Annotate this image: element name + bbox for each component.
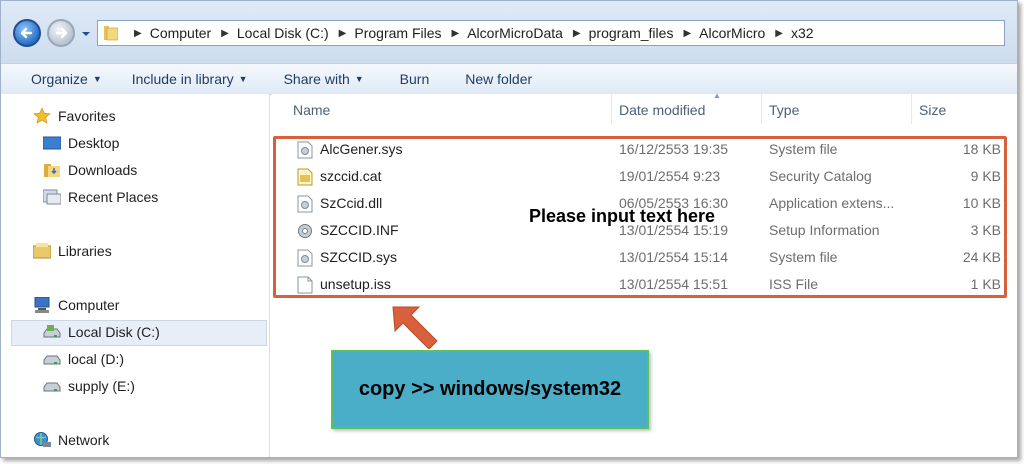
organize-label: Organize — [31, 71, 88, 87]
nav-computer[interactable]: Computer — [33, 296, 120, 313]
chevron-right-icon[interactable]: ▶ — [339, 28, 347, 39]
nav-local-disk-c[interactable]: Local Disk (C:) — [43, 324, 160, 340]
callout-text: copy >> windows/system32 — [358, 378, 622, 400]
nav-desktop[interactable]: Desktop — [42, 135, 120, 151]
column-size[interactable]: Size — [919, 102, 946, 118]
instruction-callout: copy >> windows/system32 — [331, 350, 649, 429]
libraries-icon — [32, 243, 52, 259]
nav-network-label: Network — [58, 432, 110, 448]
column-header: ▲ Name Date modified Type Size — [271, 91, 1017, 128]
folder-icon — [104, 26, 118, 41]
chevron-down-icon: ▼ — [92, 74, 102, 84]
nav-recent-places[interactable]: Recent Places — [42, 189, 159, 205]
chevron-right-icon[interactable]: ▶ — [573, 28, 581, 39]
desktop-icon — [42, 135, 62, 151]
column-name[interactable]: Name — [293, 102, 330, 118]
burn-button[interactable]: Burn — [400, 71, 430, 87]
nav-favorites[interactable]: Favorites — [33, 107, 116, 124]
nav-desktop-label: Desktop — [68, 135, 120, 151]
crumb-alcormicro[interactable]: AlcorMicro — [699, 25, 765, 41]
drive-icon — [43, 351, 61, 367]
crumb-computer[interactable]: Computer — [150, 25, 211, 41]
chevron-down-icon: ▼ — [354, 74, 364, 84]
crumb-program-files[interactable]: Program Files — [354, 25, 441, 41]
share-with-button[interactable]: Share with ▼ — [284, 71, 364, 87]
nav-downloads-label: Downloads — [68, 162, 138, 178]
drive-icon — [43, 378, 61, 394]
share-with-label: Share with — [283, 71, 350, 87]
back-arrow-icon — [20, 27, 33, 39]
forward-arrow-icon — [55, 27, 68, 39]
crumb-alcormicrodata[interactable]: AlcorMicroData — [467, 25, 563, 41]
chevron-right-icon[interactable]: ▶ — [134, 28, 142, 39]
chevron-right-icon[interactable]: ▶ — [452, 28, 460, 39]
navigation-pane: Favorites Desktop Downloads Recent Place… — [1, 94, 270, 457]
nav-libraries[interactable]: Libraries — [32, 243, 112, 259]
pointer-arrow-icon — [392, 306, 438, 349]
breadcrumb: ▶ Computer ▶ Local Disk (C:) ▶ Program F… — [124, 21, 814, 45]
nav-favorites-label: Favorites — [58, 108, 116, 124]
column-divider[interactable] — [761, 94, 762, 124]
chevron-down-icon: ▼ — [238, 74, 248, 84]
include-in-library-button[interactable]: Include in library ▼ — [132, 71, 248, 87]
nav-libraries-label: Libraries — [58, 243, 112, 259]
nav-local-disk-c-label: Local Disk (C:) — [68, 324, 160, 340]
crumb-local-disk-c[interactable]: Local Disk (C:) — [237, 25, 329, 41]
star-icon — [33, 107, 51, 124]
column-date-modified[interactable]: Date modified — [619, 102, 705, 118]
explorer-window: ▶ Computer ▶ Local Disk (C:) ▶ Program F… — [0, 0, 1018, 458]
address-row: ▶ Computer ▶ Local Disk (C:) ▶ Program F… — [1, 1, 1017, 63]
nav-network[interactable]: Network — [33, 432, 109, 448]
recent-places-icon — [42, 189, 62, 205]
system-drive-icon — [43, 324, 61, 340]
column-divider[interactable] — [911, 94, 912, 124]
overlay-placeholder-text: Please input text here — [529, 206, 716, 226]
network-globe-icon — [33, 432, 51, 448]
crumb-program-files-lower[interactable]: program_files — [589, 25, 674, 41]
command-bar: Organize ▼ Include in library ▼ Share wi… — [1, 63, 1017, 95]
forward-button[interactable] — [47, 19, 75, 47]
nav-local-d[interactable]: local (D:) — [43, 351, 124, 367]
nav-recent-places-label: Recent Places — [68, 189, 159, 205]
burn-label: Burn — [399, 71, 430, 87]
include-in-library-label: Include in library — [131, 71, 234, 87]
computer-icon — [33, 296, 51, 313]
nav-local-d-label: local (D:) — [68, 351, 125, 367]
back-button[interactable] — [13, 19, 41, 47]
crumb-x32[interactable]: x32 — [791, 25, 814, 41]
new-folder-button[interactable]: New folder — [465, 71, 532, 87]
nav-computer-label: Computer — [58, 297, 120, 313]
address-bar[interactable]: ▶ Computer ▶ Local Disk (C:) ▶ Program F… — [97, 20, 1005, 46]
nav-supply-e-label: supply (E:) — [68, 378, 135, 394]
column-divider[interactable] — [611, 94, 612, 124]
recent-pages-chevron-down-icon[interactable] — [81, 29, 91, 39]
sort-ascending-icon: ▲ — [713, 91, 721, 100]
new-folder-label: New folder — [465, 71, 533, 87]
chevron-right-icon[interactable]: ▶ — [683, 28, 691, 39]
chevron-right-icon[interactable]: ▶ — [221, 28, 229, 39]
nav-downloads[interactable]: Downloads — [43, 162, 137, 178]
downloads-folder-icon — [43, 162, 61, 178]
chevron-right-icon[interactable]: ▶ — [775, 28, 783, 39]
column-type[interactable]: Type — [769, 102, 799, 118]
organize-button[interactable]: Organize ▼ — [31, 71, 102, 87]
nav-supply-e[interactable]: supply (E:) — [43, 378, 135, 394]
